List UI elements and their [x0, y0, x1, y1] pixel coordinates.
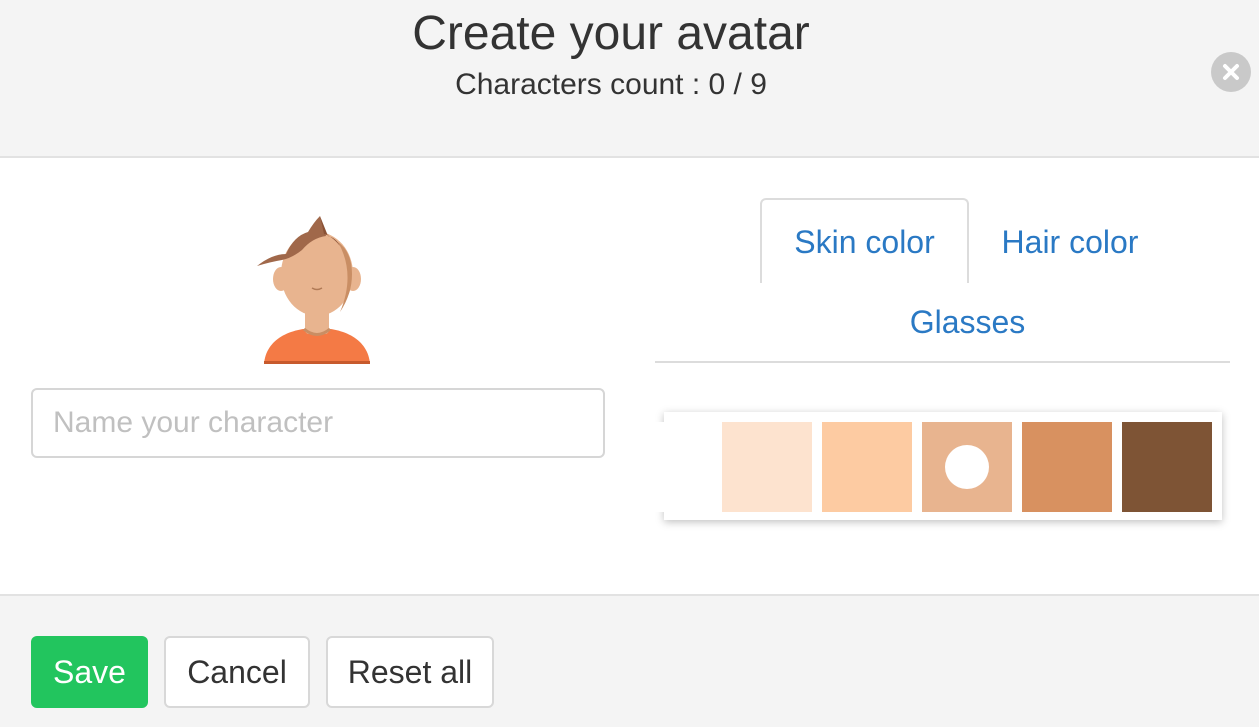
skin-color-palette — [622, 412, 1222, 520]
save-button[interactable]: Save — [31, 636, 148, 708]
tab-skin-color[interactable]: Skin color — [760, 198, 969, 283]
dialog-body: Skin color Hair color Glasses — [0, 158, 1259, 596]
dialog-title: Create your avatar — [412, 7, 810, 60]
close-icon — [1223, 64, 1239, 80]
skin-color-swatch-selected[interactable] — [922, 422, 1012, 512]
skin-color-swatch[interactable] — [1022, 422, 1112, 512]
skin-color-swatch[interactable] — [822, 422, 912, 512]
skin-color-swatch[interactable] — [1122, 422, 1212, 512]
close-button[interactable] — [1211, 52, 1251, 92]
selected-indicator-icon — [945, 445, 989, 489]
cancel-button[interactable]: Cancel — [164, 636, 310, 708]
reset-all-button[interactable]: Reset all — [326, 636, 494, 708]
character-name-input[interactable] — [31, 388, 605, 458]
tab-glasses[interactable]: Glasses — [880, 282, 1055, 341]
skin-color-swatch[interactable] — [622, 422, 712, 512]
skin-color-swatch[interactable] — [722, 422, 812, 512]
dialog-header: Create your avatar Characters count : 0 … — [0, 0, 1259, 158]
tab-hair-color[interactable]: Hair color — [980, 198, 1160, 261]
characters-counter: Characters count : 0 / 9 — [455, 68, 767, 101]
avatar-preview — [257, 216, 370, 364]
tabs-divider — [655, 361, 1230, 363]
dialog-footer: Save Cancel Reset all — [0, 596, 1259, 727]
